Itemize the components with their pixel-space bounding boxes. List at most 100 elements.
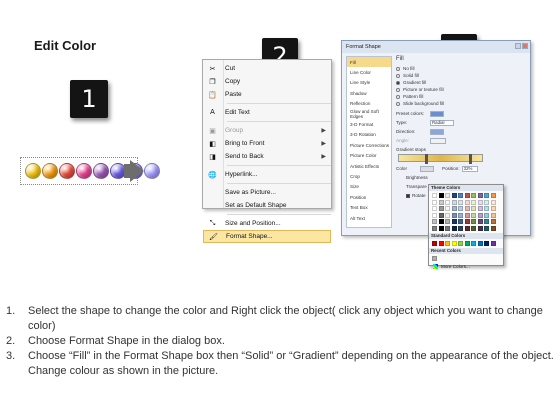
sidebar-item-text-box[interactable]: Text Box (347, 202, 391, 212)
standard-color-swatch[interactable] (432, 240, 437, 246)
menu-item-copy[interactable]: ❐ Copy (203, 75, 331, 88)
sidebar-item-line-style[interactable]: Line Style (347, 78, 391, 88)
theme-color-swatch[interactable] (464, 219, 470, 224)
theme-color-swatch[interactable] (464, 206, 470, 211)
theme-color-swatch[interactable] (464, 199, 470, 205)
theme-color-swatch[interactable] (438, 206, 444, 211)
theme-color-swatch[interactable] (458, 193, 463, 198)
sidebar-item-shadow[interactable]: Shadow (347, 88, 391, 98)
standard-color-swatch[interactable] (438, 240, 444, 246)
theme-color-swatch[interactable] (484, 219, 489, 224)
theme-color-swatch[interactable] (477, 219, 483, 224)
position-input[interactable]: 32% (461, 165, 478, 172)
fill-option-radio[interactable]: No fill (396, 65, 526, 72)
menu-item-save-as-picture[interactable]: Save as Picture... (203, 186, 331, 199)
theme-color-swatch[interactable] (458, 206, 463, 211)
theme-color-swatch[interactable] (490, 199, 496, 205)
theme-color-swatch[interactable] (445, 225, 450, 231)
theme-color-swatch[interactable] (451, 193, 457, 198)
sidebar-item-picture-corrections[interactable]: Picture Corrections (347, 140, 391, 150)
theme-color-swatch[interactable] (451, 212, 457, 218)
theme-color-swatch[interactable] (445, 212, 450, 218)
color-orb[interactable] (144, 163, 160, 179)
theme-color-swatch[interactable] (464, 193, 470, 198)
sidebar-item-glow-and-soft-edges[interactable]: Glow and Soft Edges (347, 109, 391, 119)
theme-color-swatch[interactable] (445, 206, 450, 211)
theme-color-swatch[interactable] (464, 225, 470, 231)
sidebar-item-crop[interactable]: Crop (347, 171, 391, 181)
theme-color-swatch[interactable] (477, 225, 483, 231)
sidebar-item-artistic-effects[interactable]: Artistic Effects (347, 161, 391, 171)
direction-dropdown[interactable] (430, 128, 444, 135)
menu-item-size-and-position[interactable]: ⤡ Size and Position... (203, 217, 331, 230)
rotate-checkbox[interactable] (406, 193, 410, 198)
menu-item-set-as-default-shape[interactable]: Set as Default Shape (203, 199, 331, 212)
sidebar-item-3-d-format[interactable]: 3-D Format (347, 119, 391, 129)
theme-color-swatch[interactable] (438, 199, 444, 205)
theme-color-swatch[interactable] (471, 193, 476, 198)
fill-option-radio[interactable]: Pattern fill (396, 93, 526, 100)
theme-color-swatch[interactable] (451, 225, 457, 231)
color-orb[interactable] (42, 163, 58, 179)
theme-color-swatch[interactable] (471, 219, 476, 224)
theme-color-swatch[interactable] (477, 212, 483, 218)
fill-option-radio[interactable]: Picture or texture fill (396, 86, 526, 93)
sidebar-item-alt-text[interactable]: Alt Text (347, 213, 391, 223)
type-dropdown[interactable]: Radial (430, 119, 454, 126)
theme-color-swatch[interactable] (484, 225, 489, 231)
sidebar-item-position[interactable]: Position (347, 192, 391, 202)
theme-color-swatch[interactable] (471, 212, 476, 218)
theme-color-swatch[interactable] (471, 199, 476, 205)
theme-color-swatch[interactable] (458, 212, 463, 218)
theme-color-swatch[interactable] (438, 225, 444, 231)
theme-color-swatch[interactable] (438, 193, 444, 198)
gradient-stops-bar[interactable] (398, 154, 483, 164)
fill-option-radio[interactable]: Slide background fill (396, 100, 526, 107)
fill-option-radio[interactable]: Gradient fill (396, 79, 526, 86)
close-button[interactable] (522, 43, 528, 49)
standard-color-swatch[interactable] (484, 240, 489, 246)
theme-color-swatch[interactable] (432, 206, 437, 211)
menu-item-send-to-back[interactable]: ◨ Send to Back ▶ (203, 150, 331, 163)
recent-color-swatch[interactable] (432, 255, 437, 261)
theme-color-swatch[interactable] (490, 206, 496, 211)
theme-color-swatch[interactable] (432, 219, 437, 224)
color-orb[interactable] (76, 163, 92, 179)
theme-color-swatch[interactable] (490, 193, 496, 198)
standard-color-swatch[interactable] (458, 240, 463, 246)
sidebar-item-fill[interactable]: Fill (347, 57, 391, 68)
color-orb[interactable] (93, 163, 109, 179)
color-orb[interactable] (59, 163, 75, 179)
color-dropdown[interactable] (420, 165, 434, 172)
theme-color-swatch[interactable] (490, 225, 496, 231)
menu-item-hyperlink[interactable]: 🌐 Hyperlink... (203, 168, 331, 181)
theme-color-swatch[interactable] (477, 206, 483, 211)
gradient-stop[interactable] (425, 154, 428, 164)
theme-color-swatch[interactable] (432, 225, 437, 231)
menu-item-bring-to-front[interactable]: ◧ Bring to Front ▶ (203, 137, 331, 150)
theme-color-swatch[interactable] (445, 199, 450, 205)
menu-item-paste[interactable]: 📋 Paste (203, 88, 331, 101)
theme-color-swatch[interactable] (451, 199, 457, 205)
color-orb[interactable] (25, 163, 41, 179)
menu-item-format-shape[interactable]: 🖌 Format Shape... (203, 230, 331, 243)
theme-color-swatch[interactable] (432, 199, 437, 205)
sidebar-item-picture-color[interactable]: Picture Color (347, 151, 391, 161)
theme-color-swatch[interactable] (438, 219, 444, 224)
standard-color-swatch[interactable] (471, 240, 476, 246)
standard-color-swatch[interactable] (490, 240, 496, 246)
standard-color-swatch[interactable] (451, 240, 457, 246)
standard-color-swatch[interactable] (445, 240, 450, 246)
angle-input[interactable] (430, 137, 446, 144)
theme-color-swatch[interactable] (438, 212, 444, 218)
theme-color-swatch[interactable] (477, 193, 483, 198)
theme-color-swatch[interactable] (464, 212, 470, 218)
theme-color-swatch[interactable] (484, 199, 489, 205)
theme-color-swatch[interactable] (471, 225, 476, 231)
theme-color-swatch[interactable] (477, 199, 483, 205)
menu-item-group[interactable]: ▣ Group ▶ (203, 124, 331, 137)
sidebar-item-size[interactable]: Size (347, 182, 391, 192)
theme-color-swatch[interactable] (451, 206, 457, 211)
theme-color-swatch[interactable] (484, 193, 489, 198)
theme-color-swatch[interactable] (445, 193, 450, 198)
